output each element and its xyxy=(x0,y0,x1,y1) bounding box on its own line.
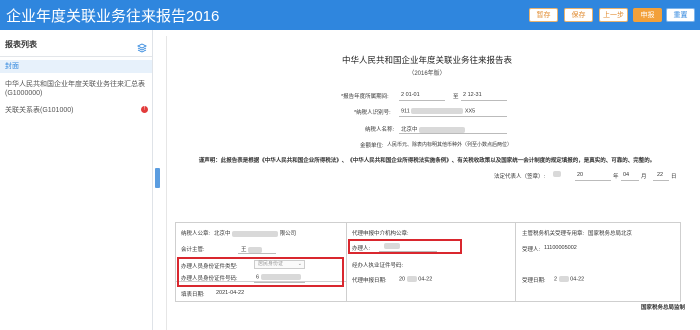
redaction xyxy=(558,276,569,282)
period-to-field[interactable]: 2 12-31 xyxy=(463,92,482,98)
warning-badge: ! xyxy=(141,106,148,113)
name-field[interactable]: 北京中 xyxy=(401,125,466,133)
agent-date-label: 代理申报日期: xyxy=(352,278,387,284)
agent-date-text: 20 xyxy=(399,276,406,283)
period-from-field[interactable]: 2 01-01 xyxy=(401,92,420,98)
sidebar-title: 报表列表 xyxy=(5,40,37,49)
signature-table: 纳税人公章: 北京中 限公司 会计主管: 王 办理人员身份证件类型: 居民身份证… xyxy=(175,222,681,302)
id-no-underline xyxy=(254,282,305,283)
legal-rep-label: 法定代表人（签章）: xyxy=(494,174,546,180)
handler-label: 办理人: xyxy=(352,246,371,252)
receiver-value[interactable]: 11100005002 xyxy=(544,245,577,251)
taxid-value: 911 xyxy=(401,108,410,115)
period-to-label: 至 xyxy=(453,94,459,100)
period-label: *报告年度所属期间: xyxy=(341,94,389,100)
currency-label: 金额单位: xyxy=(360,143,384,149)
agent-seal-label: 代理申报中介机构公章: xyxy=(352,231,409,237)
sidebar-item-summary[interactable]: 中华人民共和国企业年度关联业务往来汇总表(G1000000) xyxy=(0,80,152,100)
sign-month-underline xyxy=(621,180,639,181)
sign-year[interactable]: 20 xyxy=(577,172,583,178)
taxid-tail: XX5 xyxy=(464,108,476,115)
authority-label: 主管税务机关受理专用章: xyxy=(522,231,585,237)
redaction xyxy=(384,243,400,249)
sidebar-item-label: 封面 xyxy=(5,63,19,70)
redaction xyxy=(411,108,464,114)
sidebar-header: 报表列表 xyxy=(0,39,152,53)
authority-value: 国家税务总局北京 xyxy=(588,231,633,237)
id-no-field[interactable]: 6 xyxy=(256,274,301,280)
id-no-label: 办理人员身份证件号码: xyxy=(181,276,238,282)
sidebar-item-label: 中华人民共和国企业年度关联业务往来汇总表(G1000000) xyxy=(5,81,145,97)
redaction xyxy=(419,126,466,133)
id-type-select[interactable]: 居民身份证 ⌄ xyxy=(254,260,305,269)
fill-date-value[interactable]: 2021-04-22 xyxy=(216,290,244,296)
receive-date-label: 受理日期: xyxy=(522,278,546,284)
taxpayer-seal-label: 纳税人公章: xyxy=(181,231,211,237)
name-label: 纳税人名称: xyxy=(365,127,395,133)
id-type-placeholder: 居民身份证 xyxy=(258,261,284,267)
issuer-note: 国家税务总局监制 xyxy=(640,305,685,311)
sidebar-item-label: 关联关系表(G101000) xyxy=(5,107,74,114)
name-underline xyxy=(399,133,507,134)
redaction xyxy=(248,246,263,253)
receive-date-field[interactable]: 2 04-22 xyxy=(554,276,584,282)
sidebar: 报表列表 封面 中华人民共和国企业年度关联业务往来汇总表(G1000000) 关… xyxy=(0,30,153,330)
period-to-underline xyxy=(461,100,507,101)
taxid-underline xyxy=(399,116,507,117)
accountant-value[interactable]: 王 xyxy=(241,245,263,253)
save-button[interactable]: 保存 xyxy=(564,8,593,22)
taxpayer-seal-value: 北京中 限公司 xyxy=(214,229,296,237)
chevron-down-icon: ⌄ xyxy=(297,261,302,267)
handler-underline xyxy=(379,251,437,252)
redaction xyxy=(406,276,417,282)
sign-month-unit: 月 xyxy=(641,174,647,180)
temp-save-button[interactable]: 暂存 xyxy=(529,8,558,22)
currency-value: 人民币元、除表内标明其他币种外（列至小数点后两位） xyxy=(387,142,513,148)
sign-month[interactable]: 04 xyxy=(623,172,629,178)
report-title: 中华人民共和国企业年度关联业务往来报告表 xyxy=(341,55,512,65)
agent-date-tail: 04-22 xyxy=(418,276,433,283)
app-title: 企业年度关联业务往来报告2016 xyxy=(6,8,220,25)
report-cover: 中华人民共和国企业年度关联业务往来报告表 （2016年版） *报告年度所属期间:… xyxy=(166,36,687,330)
redaction xyxy=(260,274,301,280)
sidebar-item-relations[interactable]: 关联关系表(G101000) ! xyxy=(0,106,152,116)
sign-day-underline xyxy=(653,180,669,181)
taxpayer-seal-text: 北京中 xyxy=(214,231,231,237)
sign-year-underline xyxy=(575,180,611,181)
table-divider xyxy=(515,223,516,301)
main-content: 中华人民共和国企业年度关联业务往来报告表 （2016年版） *报告年度所属期间:… xyxy=(160,30,700,330)
sidebar-divider xyxy=(0,56,152,57)
taxid-label: *纳税人识别号: xyxy=(354,110,391,116)
receive-date-tail: 04-22 xyxy=(570,276,585,283)
declaration-statement: 谨声明：此报告表是根据《中华人民共和国企业所得税法》、《中华人民共和国企业所得税… xyxy=(198,158,656,164)
agent-cert-label: 经办人执业证件号码: xyxy=(352,263,404,269)
fill-date-label: 填表日期: xyxy=(181,292,205,298)
redaction xyxy=(232,230,279,237)
submit-button[interactable]: 申报 xyxy=(633,8,662,22)
sidebar-item-cover[interactable]: 封面 xyxy=(0,60,152,73)
id-no-text: 6 xyxy=(256,274,260,281)
app-header: 企业年度关联业务往来报告2016 暂存 保存 上一步 申报 重置 xyxy=(0,0,700,30)
id-type-label: 办理人员身份证件类型: xyxy=(181,264,238,270)
accountant-underline xyxy=(238,253,276,254)
taxid-field[interactable]: 911 XX5 xyxy=(401,108,475,114)
report-subtitle: （2016年版） xyxy=(408,71,446,77)
period-from-underline xyxy=(399,100,445,101)
sign-day[interactable]: 22 xyxy=(657,172,663,178)
receive-date-text: 2 xyxy=(554,276,558,283)
reset-button[interactable]: 重置 xyxy=(666,8,695,22)
taxpayer-seal-tail: 限公司 xyxy=(279,231,297,237)
prev-step-button[interactable]: 上一步 xyxy=(599,8,628,22)
accountant-label: 会计主管: xyxy=(181,247,205,253)
agent-date-field[interactable]: 20 04-22 xyxy=(399,276,432,282)
layers-icon[interactable] xyxy=(136,40,148,53)
table-divider xyxy=(346,223,347,301)
receiver-label: 受理人: xyxy=(522,247,541,253)
sign-year-unit: 年 xyxy=(613,174,619,180)
signature-redaction xyxy=(553,171,561,177)
sign-day-unit: 日 xyxy=(671,174,677,180)
